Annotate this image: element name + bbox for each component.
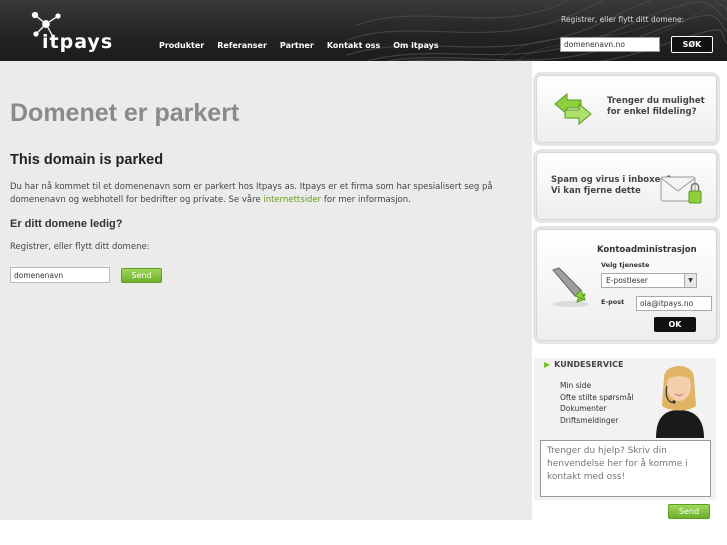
domain-question: Er ditt domene ledig? [10,218,123,230]
header-swirl-decoration [347,0,727,61]
support-agent-avatar [656,366,704,438]
nav-item-products[interactable]: Produkter [159,41,204,50]
account-admin-title: Kontoadministrasjon [597,245,697,255]
account-admin-panel: Kontoadministrasjon Velg tjeneste E-post… [536,229,717,341]
file-sharing-arrows-icon [554,92,592,126]
site-header: itpays Produkter Referanser Partner Kont… [0,0,727,61]
promo-file-sharing-text: Trenger du mulighet for enkel fildeling? [607,96,705,117]
intro-text-before: Du har nå kommet til et domenenavn som e… [10,182,493,205]
intro-paragraph: Du har nå kommet til et domenenavn som e… [10,181,510,207]
page-title: Domenet er parkert [10,99,240,127]
customer-service-title-text: KUNDESERVICE [554,360,624,369]
header-domain-input[interactable] [560,37,660,52]
promo-spam-filter[interactable]: Spam og virus i inboxen? Vi kan fjerne d… [536,152,717,220]
itpays-logo[interactable]: itpays [30,10,125,52]
chevron-down-icon: ▼ [684,274,696,287]
customer-service-links: Min side Ofte stilte spørsmål Dokumenter… [560,380,634,426]
envelope-lock-icon [660,176,702,204]
main-nav: Produkter Referanser Partner Kontakt oss… [159,41,439,50]
nav-item-references[interactable]: Referanser [217,41,267,50]
website-link[interactable]: internettsider [263,195,321,205]
customer-service-box: ▶ KUNDESERVICE Min side Ofte stilte spørs… [534,358,716,500]
register-label: Registrer, eller flytt ditt domene: [10,242,150,252]
nav-item-partner[interactable]: Partner [280,41,314,50]
promo-spam-text: Spam og virus i inboxen? Vi kan fjerne d… [551,175,672,196]
page-subtitle: This domain is parked [10,152,164,168]
main-content: Domenet er parkert This domain is parked… [0,61,532,520]
sidebar: Trenger du mulighet for enkel fildeling?… [532,61,727,545]
header-register-label: Registrer, eller flytt ditt domene: [561,15,685,24]
logo-text: itpays [42,31,113,52]
service-select[interactable]: E-postleser ▼ [601,273,697,288]
email-label: E-post [601,298,625,306]
nav-item-about[interactable]: Om itpays [393,41,438,50]
customer-service-title: ▶ KUNDESERVICE [544,360,623,369]
header-search-button[interactable]: SØK [671,36,713,53]
service-select-value: E-postleser [606,276,648,285]
intro-text-after: for mer informasjon. [321,195,411,205]
nav-item-contact[interactable]: Kontakt oss [327,41,380,50]
cs-link-my-page[interactable]: Min side [560,380,634,392]
domain-input[interactable] [10,267,110,283]
email-field[interactable] [636,296,712,311]
service-select-label: Velg tjeneste [601,261,650,269]
support-send-button[interactable]: Send [668,504,710,519]
cs-link-documents[interactable]: Dokumenter [560,403,634,415]
send-button[interactable]: Send [121,268,162,283]
promo-file-sharing[interactable]: Trenger du mulighet for enkel fildeling? [536,75,717,143]
pencil-icon [552,267,589,307]
cs-link-faq[interactable]: Ofte stilte spørsmål [560,392,634,404]
account-ok-button[interactable]: OK [654,317,696,332]
cs-link-operations[interactable]: Driftsmeldinger [560,415,634,427]
support-message-textarea[interactable] [540,440,711,497]
play-arrow-icon: ▶ [544,360,551,369]
